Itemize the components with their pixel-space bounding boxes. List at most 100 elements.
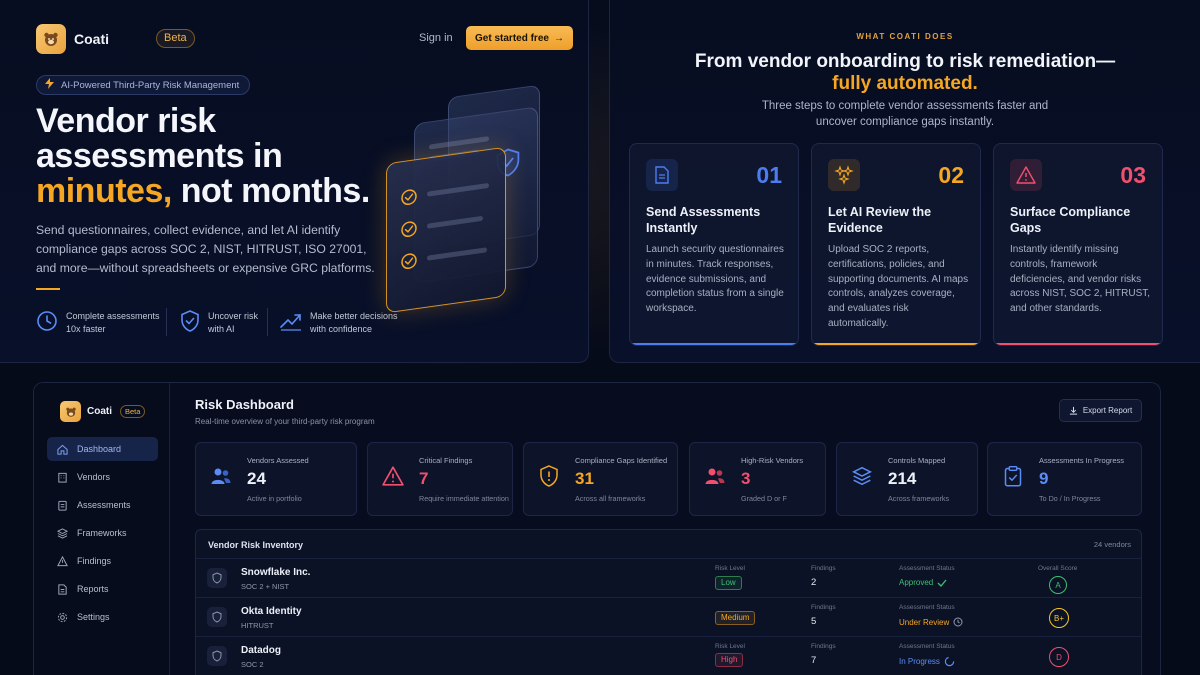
sidebar-item-assessments[interactable]: Assessments bbox=[47, 493, 158, 517]
check-circle-icon bbox=[401, 252, 417, 275]
shield-alert-icon bbox=[538, 465, 560, 487]
step-number: 03 bbox=[1120, 162, 1146, 188]
shield-icon bbox=[207, 568, 227, 588]
sparkles-icon bbox=[828, 159, 860, 191]
step-description: Launch security questionnaires in minute… bbox=[646, 244, 784, 315]
stat-card-vendors[interactable]: Vendors Assessed 24 Active in portfolio bbox=[195, 442, 357, 516]
coati-logo-icon[interactable] bbox=[36, 24, 66, 54]
step-number: 01 bbox=[756, 162, 782, 188]
status-text: Under Review bbox=[899, 617, 950, 627]
hero-title-line1: Vendor risk bbox=[36, 102, 216, 140]
shield-icon bbox=[207, 607, 227, 627]
hero-panel: Coati Beta Sign in Get started free → AI… bbox=[0, 0, 589, 363]
feature-speed: Complete assessments 10x faster bbox=[36, 308, 160, 338]
check-icon bbox=[937, 579, 947, 587]
warning-icon bbox=[382, 465, 404, 487]
feature-risk: Uncover risk with AI bbox=[180, 308, 258, 338]
download-icon bbox=[1069, 406, 1077, 415]
check-circle-icon bbox=[401, 188, 417, 211]
doc-card-front bbox=[386, 146, 506, 314]
sidebar-item-findings[interactable]: Findings bbox=[47, 549, 158, 573]
stat-card-compliance-gaps[interactable]: Compliance Gaps Identified 31 Across all… bbox=[523, 442, 678, 516]
vendor-name: Snowflake Inc. bbox=[241, 567, 311, 578]
sign-in-link[interactable]: Sign in bbox=[419, 32, 453, 44]
step-accent-bar bbox=[630, 343, 798, 345]
inventory-count: 24 vendors bbox=[1093, 540, 1131, 549]
stat-note: Require immediate attention bbox=[419, 494, 509, 503]
score-badge: D bbox=[1049, 647, 1069, 667]
sidebar-item-settings[interactable]: Settings bbox=[47, 605, 158, 629]
stat-card-high-risk-vendors[interactable]: High-Risk Vendors 3 Graded D or F bbox=[689, 442, 826, 516]
sidebar-item-label: Reports bbox=[77, 584, 109, 594]
stat-card-critical-findings[interactable]: Critical Findings 7 Require immediate at… bbox=[367, 442, 513, 516]
beta-badge: Beta bbox=[156, 29, 195, 48]
hero-title-accent: minutes, bbox=[36, 172, 172, 210]
top-nav: Coati Beta Sign in Get started free → bbox=[36, 24, 573, 54]
risk-level-caption: Risk Level bbox=[715, 643, 745, 650]
vendor-risk-inventory: Vendor Risk Inventory 24 vendors Snowfla… bbox=[195, 529, 1142, 675]
document-icon bbox=[646, 159, 678, 191]
risk-level-caption: Risk Level bbox=[715, 565, 745, 572]
get-started-button[interactable]: Get started free → bbox=[466, 26, 573, 50]
get-started-label: Get started free bbox=[475, 32, 549, 44]
tagline-text: AI-Powered Third-Party Risk Management bbox=[61, 79, 240, 91]
sidebar-item-dashboard[interactable]: Dashboard bbox=[47, 437, 158, 461]
page-title: Risk Dashboard bbox=[195, 397, 294, 412]
stat-note: Across all frameworks bbox=[575, 494, 646, 503]
sidebar-item-label: Settings bbox=[77, 612, 110, 622]
hero-title: Vendor risk assessments in minutes, not … bbox=[36, 104, 436, 209]
step-description: Instantly identify missing controls, fra… bbox=[1010, 244, 1151, 315]
status-caption: Assessment Status bbox=[899, 604, 955, 611]
vendor-name: Okta Identity bbox=[241, 606, 302, 617]
brand-name[interactable]: Coati bbox=[87, 406, 112, 417]
hero-title-end: not months. bbox=[171, 172, 371, 210]
status-caption: Assessment Status bbox=[899, 643, 955, 650]
gear-icon bbox=[57, 612, 68, 622]
arrow-right-icon: → bbox=[553, 32, 564, 44]
stat-note: Across frameworks bbox=[888, 494, 950, 503]
report-icon bbox=[58, 583, 67, 595]
status-badge: In Progress bbox=[899, 656, 955, 667]
sidebar-item-label: Findings bbox=[77, 556, 112, 566]
stat-label: Assessments In Progress bbox=[1039, 456, 1125, 465]
sidebar-item-vendors[interactable]: Vendors bbox=[47, 465, 158, 489]
step-accent-bar bbox=[812, 343, 980, 345]
sidebar-item-frameworks[interactable]: Frameworks bbox=[47, 521, 158, 545]
export-report-button[interactable]: Export Report bbox=[1059, 399, 1142, 422]
page-subtitle: Real-time overview of your third-party r… bbox=[195, 417, 375, 426]
brand-name[interactable]: Coati bbox=[74, 31, 109, 47]
stat-note: Active in portfolio bbox=[247, 494, 302, 503]
feature-divider bbox=[166, 308, 167, 336]
feature-speed-l1: Complete assessments bbox=[66, 311, 160, 321]
table-row[interactable]: Snowflake Inc. SOC 2 + NIST Risk Level L… bbox=[196, 558, 1141, 597]
accent-divider bbox=[36, 288, 60, 290]
building-icon bbox=[58, 472, 67, 483]
stat-card-controls-mapped[interactable]: Controls Mapped 214 Across frameworks bbox=[836, 442, 978, 516]
table-row[interactable]: Okta Identity HITRUST Medium Findings 5 … bbox=[196, 597, 1141, 636]
feature-decisions-l2: with confidence bbox=[310, 324, 373, 334]
clock-icon bbox=[36, 310, 58, 337]
tagline-pill: AI-Powered Third-Party Risk Management bbox=[36, 75, 251, 95]
stat-value: 24 bbox=[247, 469, 266, 488]
table-row[interactable]: Datadog SOC 2 Risk Level High Findings 7… bbox=[196, 636, 1141, 675]
check-circle-icon bbox=[401, 220, 417, 243]
export-report-label: Export Report bbox=[1082, 406, 1133, 415]
home-icon bbox=[57, 444, 68, 455]
beta-badge: Beta bbox=[120, 405, 146, 418]
step-description: Upload SOC 2 reports, certifications, po… bbox=[828, 244, 969, 329]
step-card-3: 03 Surface Compliance Gaps Instantly ide… bbox=[993, 143, 1163, 346]
status-text: Approved bbox=[899, 578, 934, 587]
stat-label: Controls Mapped bbox=[888, 456, 946, 465]
sidebar-item-reports[interactable]: Reports bbox=[47, 577, 158, 601]
hero-description: Send questionnaires, collect evidence, a… bbox=[36, 223, 375, 275]
step-card-1: 01 Send Assessments Instantly Launch sec… bbox=[629, 143, 799, 346]
stat-note: To Do / In Progress bbox=[1039, 494, 1101, 503]
findings-caption: Findings bbox=[811, 604, 836, 611]
coati-logo-icon[interactable] bbox=[60, 401, 81, 422]
shield-check-icon bbox=[180, 309, 200, 337]
step-accent-bar bbox=[994, 343, 1162, 345]
document-stack-illustration bbox=[380, 84, 560, 314]
vendor-framework: SOC 2 + NIST bbox=[241, 582, 290, 591]
stat-value: 31 bbox=[575, 469, 594, 488]
stat-card-assessments-in-progress[interactable]: Assessments In Progress 9 To Do / In Pro… bbox=[987, 442, 1142, 516]
